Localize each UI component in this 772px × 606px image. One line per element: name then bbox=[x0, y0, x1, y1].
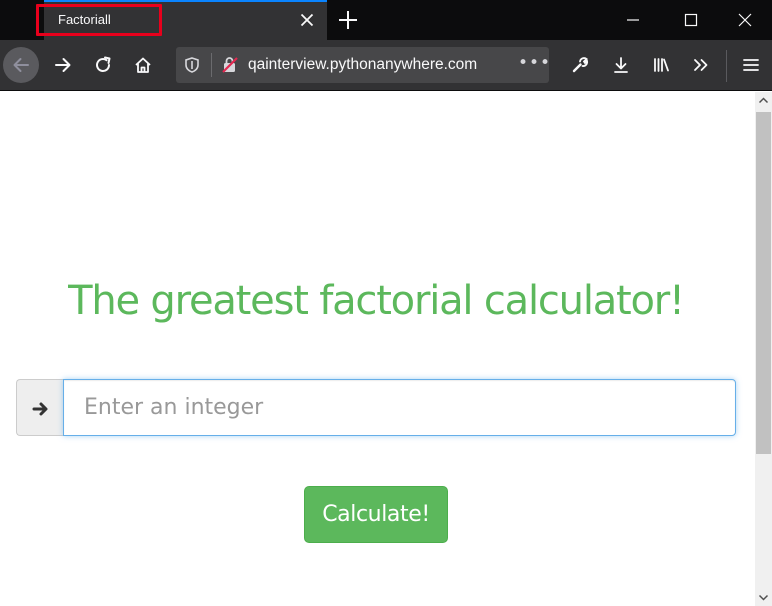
page-title: The greatest factorial calculator! bbox=[68, 278, 685, 324]
calculate-button[interactable]: Calculate! bbox=[304, 486, 448, 543]
reload-icon[interactable] bbox=[85, 47, 121, 83]
window-minimize-icon[interactable] bbox=[604, 0, 662, 40]
window-maximize-icon[interactable] bbox=[662, 0, 720, 40]
address-bar-divider bbox=[211, 53, 212, 77]
scroll-up-arrow-icon[interactable] bbox=[755, 92, 772, 109]
arrow-right-icon bbox=[32, 402, 48, 416]
home-icon[interactable] bbox=[125, 47, 161, 83]
hamburger-menu-icon[interactable] bbox=[733, 47, 769, 83]
downloads-icon[interactable] bbox=[603, 47, 639, 83]
tab-title-highlight-box bbox=[36, 4, 162, 36]
tracking-protection-shield-icon[interactable] bbox=[183, 56, 201, 78]
library-icon[interactable] bbox=[643, 47, 679, 83]
url-text[interactable]: qainterview.pythonanywhere.com bbox=[248, 56, 477, 74]
insecure-connection-lock-icon[interactable] bbox=[220, 55, 240, 79]
tab-active-indicator bbox=[44, 0, 327, 2]
scrollbar-thumb[interactable] bbox=[756, 112, 771, 454]
tab-close-icon[interactable] bbox=[295, 8, 319, 32]
window-close-icon[interactable] bbox=[716, 0, 772, 40]
navigation-toolbar: qainterview.pythonanywhere.com ••• bbox=[0, 40, 772, 91]
back-arrow-icon[interactable] bbox=[3, 47, 39, 83]
overflow-menu-chevrons-icon[interactable] bbox=[683, 47, 719, 83]
wrench-tools-icon[interactable] bbox=[562, 47, 598, 83]
new-tab-plus-icon[interactable] bbox=[334, 6, 362, 34]
integer-input[interactable] bbox=[63, 379, 736, 436]
address-bar[interactable]: qainterview.pythonanywhere.com ••• bbox=[176, 47, 551, 83]
scroll-down-arrow-icon[interactable] bbox=[755, 589, 772, 606]
title-bar: Factoriall bbox=[0, 0, 772, 40]
forward-arrow-icon[interactable] bbox=[45, 47, 81, 83]
number-input-group bbox=[16, 379, 736, 436]
input-addon bbox=[16, 379, 64, 436]
page-actions-menu-icon[interactable]: ••• bbox=[518, 53, 551, 73]
page-content: The greatest factorial calculator! Calcu… bbox=[0, 92, 755, 606]
toolbar-divider bbox=[726, 50, 727, 82]
vertical-scrollbar[interactable] bbox=[755, 92, 772, 606]
